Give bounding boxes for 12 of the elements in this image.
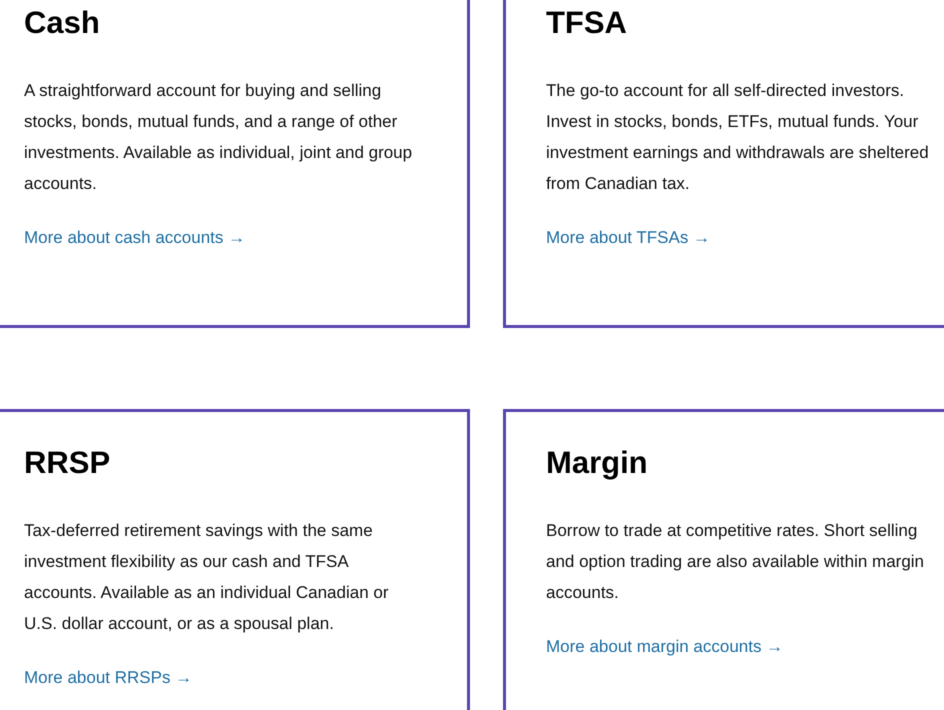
more-link[interactable]: More about cash accounts → <box>24 222 246 253</box>
card-title: RRSP <box>24 444 112 482</box>
card-description: The go-to account for all self-directed investors. Invest in stocks, bonds, ETFs, mutual funds. Your investment earnings and withdrawals are sheltered from Canadian tax. <box>546 80 930 195</box>
card-title: Cash <box>24 4 101 42</box>
more-link[interactable]: More about RRSPs → <box>24 662 192 693</box>
card-description: Borrow to trade at competitive rates. Short selling and option trading are also available within margin accounts. <box>546 520 926 604</box>
more-link[interactable]: More about TFSAs → <box>546 222 710 253</box>
card-title: Margin <box>546 444 649 482</box>
card-description: A straightforward account for buying and selling stocks, bonds, mutual funds, and a range of other investments. Available as individual, joint and group accounts. <box>24 80 414 195</box>
more-link[interactable]: More about margin accounts → <box>546 631 784 662</box>
card-description: Tax-deferred retirement savings with the same investment flexibility as our cash and TFSA accounts. Available as an individual Canadian or U.S. dollar account, or as a spousal plan. <box>24 520 390 635</box>
card-title: TFSA <box>546 4 628 42</box>
